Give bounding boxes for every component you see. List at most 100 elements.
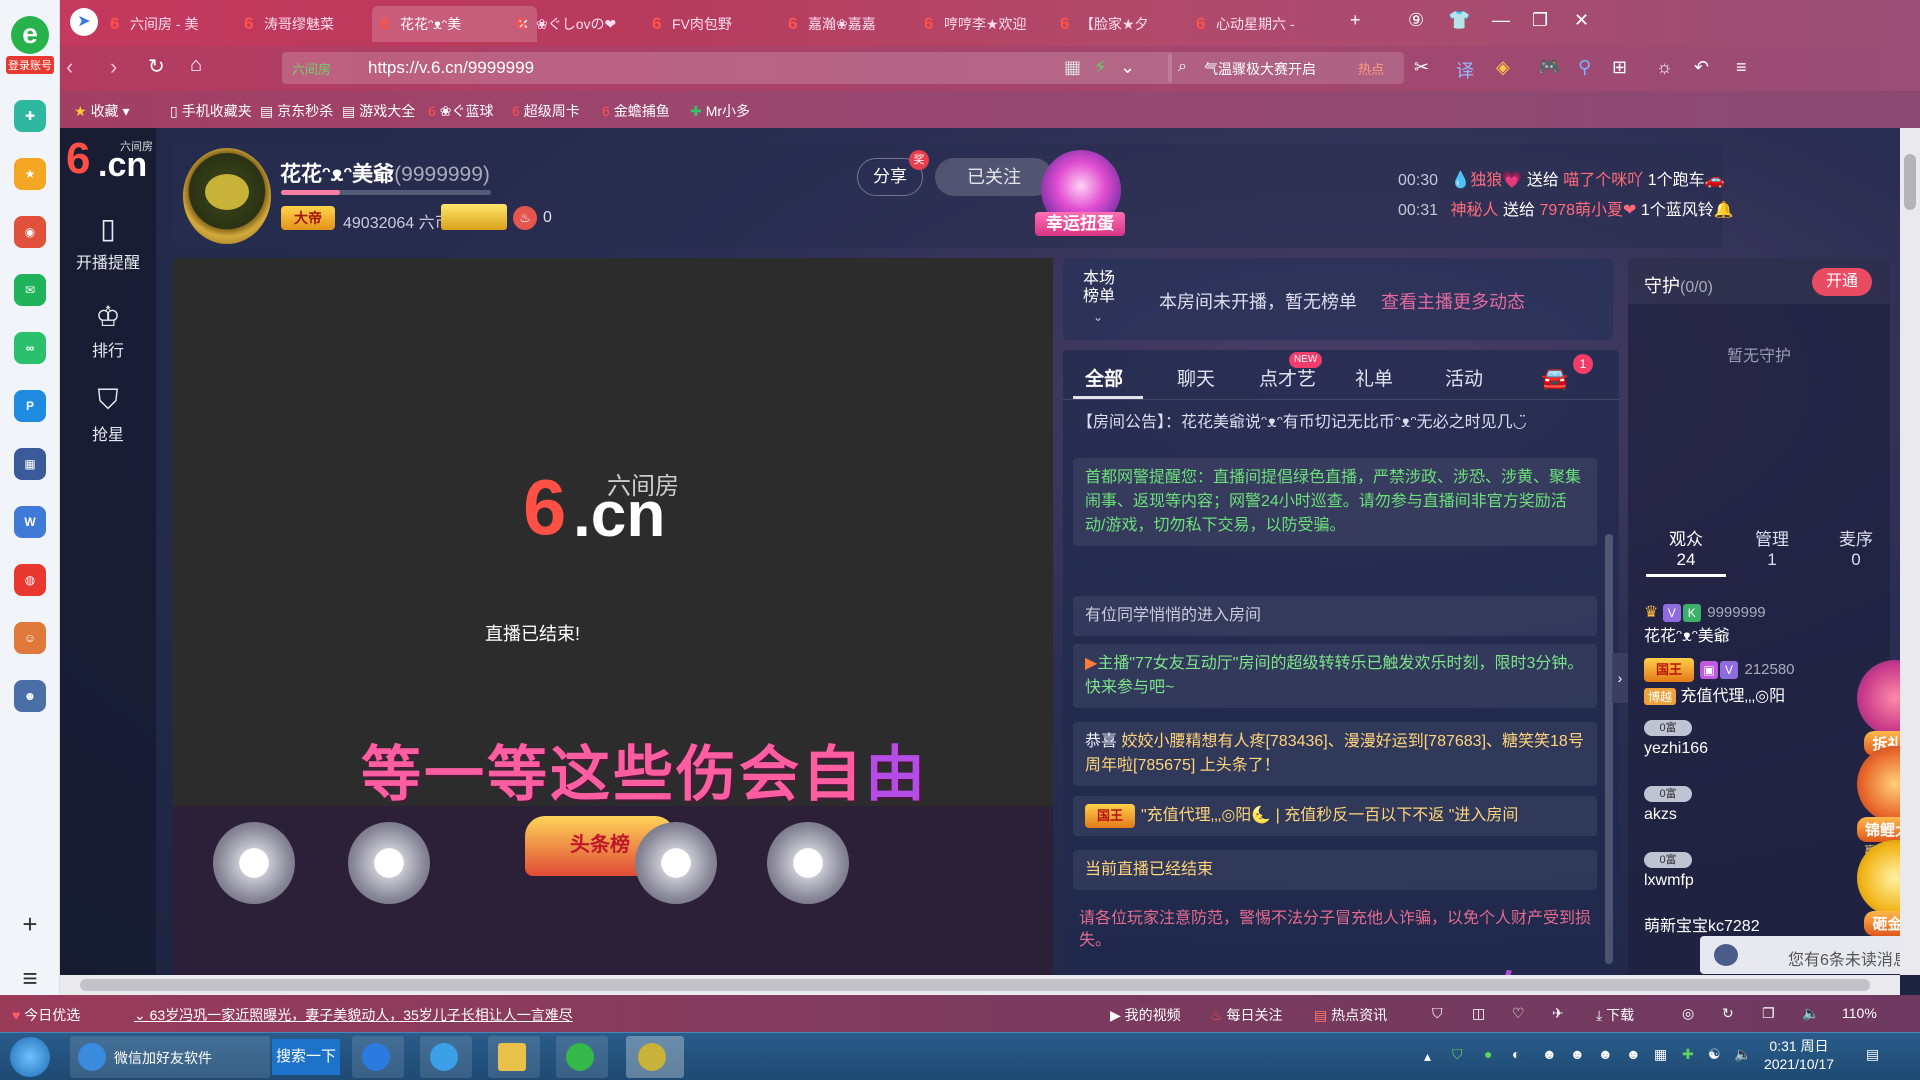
bookmark-mobile[interactable]: ▯ 手机收藏夹: [170, 101, 252, 121]
taskbar-explorer[interactable]: [488, 1036, 540, 1078]
audience-item[interactable]: 0富 lxwmfp: [1644, 850, 1694, 890]
downloads[interactable]: ⤓ 下载: [1596, 1005, 1634, 1025]
recommend-avatar-icon[interactable]: [635, 822, 717, 904]
menu-lines-icon[interactable]: ≡: [1736, 57, 1747, 78]
audience-item[interactable]: 0富 yezhi166: [1644, 718, 1708, 758]
url-text[interactable]: https://v.6.cn/9999999: [368, 58, 534, 78]
my-videos[interactable]: ▶ 我的视频: [1110, 1005, 1181, 1025]
tab-gifts[interactable]: 礼单: [1355, 364, 1393, 391]
taskbar-ie-browser[interactable]: [420, 1036, 472, 1078]
search-button[interactable]: 搜索一下: [272, 1039, 340, 1075]
news-headline[interactable]: ⌄ 63岁冯巩一家近照曝光，妻子美貌动人，35岁儿子长相让人一言难尽: [134, 1005, 573, 1025]
p-app-icon[interactable]: P: [14, 390, 46, 422]
undo-icon[interactable]: ↶: [1694, 57, 1709, 78]
horizontal-scrollbar[interactable]: [60, 975, 1900, 995]
nav-ranking[interactable]: ♔ 排行: [60, 300, 156, 361]
url-dropdown-icon[interactable]: ⌄: [1120, 57, 1135, 78]
clock[interactable]: 0:31 周日 2021/10/17: [1754, 1037, 1844, 1073]
tray-app-icon[interactable]: ◐: [1512, 1045, 1520, 1063]
tray-plus-icon[interactable]: ✚: [1682, 1045, 1694, 1063]
tab-activity[interactable]: 活动: [1445, 364, 1483, 391]
fire-icon[interactable]: ♨: [513, 206, 537, 230]
scissors-icon[interactable]: ✂: [1414, 57, 1429, 78]
scroll-thumb[interactable]: [80, 979, 1870, 991]
send-icon[interactable]: ➤: [70, 8, 98, 36]
search-box[interactable]: ⌕ 气温骤极大赛开启 热点: [1168, 52, 1404, 84]
nav-live-reminder[interactable]: ▯ 开播提醒: [60, 212, 156, 273]
translate-icon[interactable]: 译: [1456, 57, 1474, 83]
recommend-avatar-icon[interactable]: [213, 822, 295, 904]
magnifier-icon[interactable]: ⚲: [1578, 57, 1591, 78]
tray-wechat-icon[interactable]: ●: [1484, 1045, 1492, 1063]
bookmark-favorites[interactable]: ★ 收藏 ▾: [74, 101, 129, 121]
tab-9[interactable]: 6 心动星期六 -: [1188, 6, 1338, 42]
audience-item[interactable]: 国王 ▣ V 212580 博越 充值代理‚‚‚◎阳: [1644, 658, 1795, 706]
golden-egg-promo[interactable]: 砸金蛋: [1850, 840, 1900, 936]
rank-label[interactable]: 本场榜单: [1083, 270, 1121, 306]
restore-icon[interactable]: ❐: [1532, 10, 1548, 31]
tray-shield-icon[interactable]: ⛉: [1452, 1045, 1463, 1063]
expand-panel-icon[interactable]: ›: [1612, 653, 1628, 703]
tray-expand-icon[interactable]: ▴: [1424, 1047, 1431, 1065]
image-icon[interactable]: ◫: [1472, 1005, 1485, 1022]
open-guard-button[interactable]: 开通: [1812, 268, 1872, 296]
bookmark-lanqiu[interactable]: 6 ❀ぐ蓝球: [428, 101, 494, 121]
tab-audience[interactable]: 观众 24: [1646, 530, 1726, 570]
tray-qq-icon[interactable]: ☻: [1626, 1045, 1641, 1063]
video-player[interactable]: 6 .cn 六间房 直播已结束! 等一等这些伤会自由 头条榜: [173, 258, 1053, 975]
address-bar[interactable]: 六间房 https://v.6.cn/9999999: [282, 52, 1172, 84]
tray-qq-icon[interactable]: ☻: [1542, 1045, 1557, 1063]
host-more-link[interactable]: 查看主播更多动态: [1381, 288, 1525, 314]
menu-icon[interactable]: ≡: [0, 958, 60, 998]
rocket-icon[interactable]: ✈: [1552, 1005, 1564, 1022]
tray-input-icon[interactable]: ☯: [1708, 1045, 1721, 1063]
car-icon[interactable]: 🚘: [1541, 366, 1568, 392]
login-account-label[interactable]: 登录账号: [6, 56, 54, 74]
grid-icon[interactable]: ⊞: [1612, 57, 1627, 78]
window-icon[interactable]: ❐: [1762, 1005, 1775, 1022]
tab-mic-queue[interactable]: 麦序 0: [1816, 530, 1896, 570]
weibo-icon[interactable]: ◉: [14, 216, 46, 248]
mail-icon[interactable]: ✉: [14, 274, 46, 306]
zoom-level[interactable]: 110%: [1842, 1005, 1877, 1021]
tray-qq-icon[interactable]: ☻: [1570, 1045, 1585, 1063]
unread-messages-bar[interactable]: 您有6条未读消息: [1700, 936, 1900, 974]
bookmark-weekly-card[interactable]: 6 超级周卡: [512, 101, 580, 121]
link-icon[interactable]: ∞: [14, 332, 46, 364]
shield-badge-icon[interactable]: ◈: [1496, 57, 1510, 78]
lucky-egg-label[interactable]: 幸运扭蛋: [1035, 212, 1125, 236]
bookmark-fishing[interactable]: 6 金蟾捕鱼: [602, 101, 670, 121]
bookmark-mr[interactable]: ✚ Mr小多: [690, 101, 750, 121]
qr-icon[interactable]: ▦: [1064, 57, 1081, 78]
nav-grab-star[interactable]: ⛉ 抢星: [60, 384, 156, 445]
refresh-icon[interactable]: ↻: [1722, 1005, 1734, 1022]
taskbar-browser[interactable]: [556, 1036, 608, 1078]
notification-icon[interactable]: ▤: [1866, 1045, 1879, 1063]
today-picks[interactable]: ♥ 今日优选: [12, 1005, 80, 1025]
chat-scrollbar[interactable]: [1605, 534, 1613, 964]
gamepad-icon[interactable]: 🎮: [1538, 57, 1560, 78]
add-icon[interactable]: +: [0, 904, 60, 944]
skin-icon[interactable]: 👕: [1448, 10, 1470, 31]
forward-icon[interactable]: ›: [110, 54, 117, 80]
browser-logo[interactable]: e 登录账号: [6, 16, 54, 74]
chevron-down-icon[interactable]: ⌄: [1093, 310, 1103, 324]
home-icon[interactable]: ⌂: [190, 54, 202, 77]
new-tab-icon[interactable]: +: [1350, 10, 1361, 31]
taskbar-avatar-app[interactable]: [626, 1036, 684, 1078]
red-app-icon[interactable]: ◍: [14, 564, 46, 596]
tab-admins[interactable]: 管理 1: [1732, 530, 1812, 570]
doc-icon[interactable]: W: [14, 506, 46, 538]
follow-button[interactable]: 已关注: [935, 158, 1053, 196]
minimize-icon[interactable]: —: [1492, 10, 1510, 31]
recommend-avatar-icon[interactable]: [767, 822, 849, 904]
bookmark-games[interactable]: ▤ 游戏大全: [342, 101, 415, 121]
volume-icon[interactable]: 🔈: [1802, 1005, 1819, 1022]
vertical-scrollbar[interactable]: [1900, 128, 1920, 975]
avatar-app-icon[interactable]: ☻: [14, 680, 46, 712]
close-window-icon[interactable]: ✕: [1574, 10, 1589, 31]
back-icon[interactable]: ‹: [66, 54, 73, 80]
refresh-icon[interactable]: ↻: [148, 54, 165, 79]
tray-qq-icon[interactable]: ☻: [1598, 1045, 1613, 1063]
taskbar-ie-app[interactable]: 微信加好友软件: [70, 1036, 270, 1078]
